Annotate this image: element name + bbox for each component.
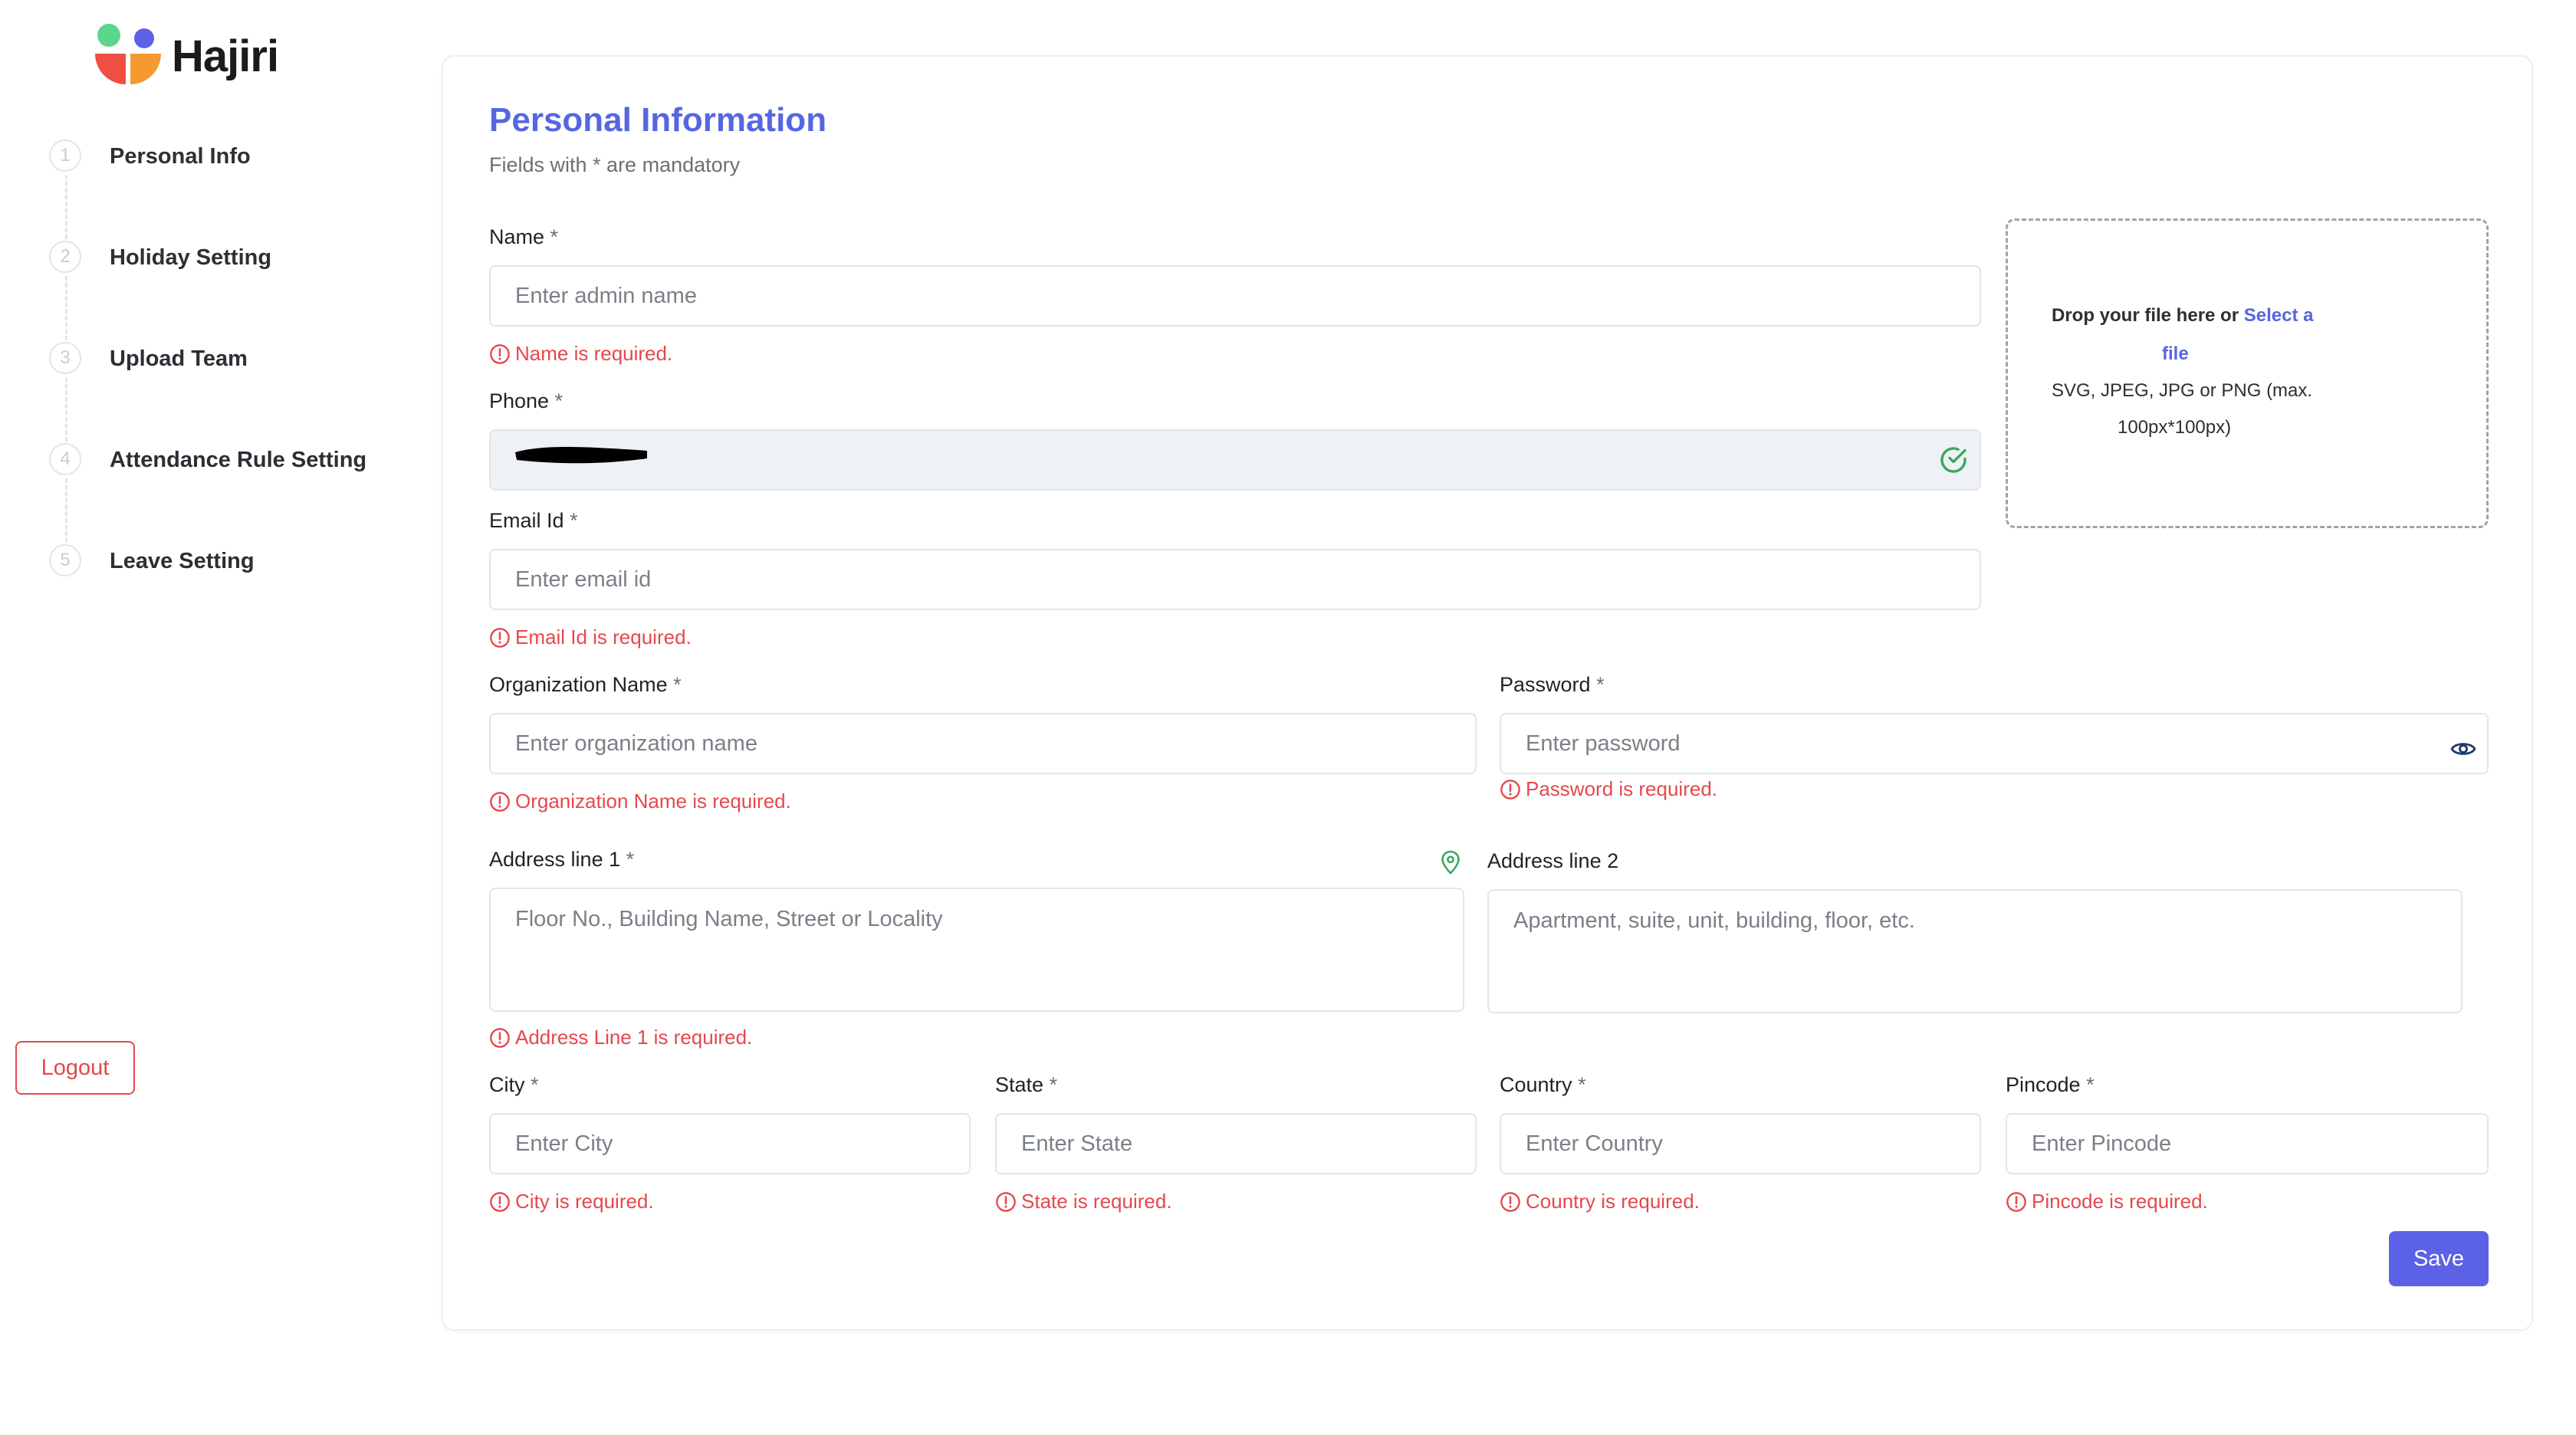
name-label: Name * [489, 225, 559, 248]
upload-formats: SVG, JPEG, JPG or PNG (max. [2052, 380, 2313, 401]
location-pin-icon[interactable] [1440, 849, 1461, 875]
email-input[interactable] [489, 549, 1981, 610]
upload-prompt: Drop your file here or Select a [2052, 305, 2314, 326]
state-label: State * [995, 1073, 1058, 1096]
error-icon [490, 791, 510, 812]
step-number: 2 [49, 241, 81, 273]
name-input[interactable] [489, 265, 1981, 327]
city-error: City is required. [489, 1190, 654, 1213]
step-number: 1 [49, 140, 81, 172]
step-label: Attendance Rule Setting [110, 448, 367, 472]
country-error: Country is required. [1500, 1190, 1700, 1213]
step-connector [65, 276, 67, 340]
step-connector [65, 377, 67, 442]
name-error: Name is required. [489, 342, 672, 366]
redacted-phone-scribble [515, 447, 647, 464]
select-file-link[interactable]: Select a [2244, 305, 2314, 326]
page-subtitle: Fields with * are mandatory [489, 153, 741, 176]
password-input[interactable] [1500, 713, 2489, 774]
address1-textarea[interactable] [489, 888, 1464, 1012]
step-holiday-setting[interactable]: 2 Holiday Setting [46, 239, 414, 282]
phone-input[interactable] [489, 429, 1981, 491]
step-personal-info[interactable]: 1 Personal Info [46, 138, 414, 181]
step-label: Holiday Setting [110, 245, 272, 270]
error-icon [1500, 779, 1520, 800]
error-icon [996, 1191, 1016, 1212]
state-input[interactable] [995, 1113, 1477, 1174]
address2-textarea[interactable] [1487, 889, 2463, 1013]
address1-error: Address Line 1 is required. [489, 1026, 752, 1049]
address2-label: Address line 2 [1487, 849, 1619, 872]
password-error: Password is required. [1500, 777, 1717, 801]
select-file-link-continued[interactable]: file [2162, 343, 2189, 365]
city-label: City * [489, 1073, 539, 1096]
password-label: Password * [1500, 673, 1605, 696]
address1-label: Address line 1 * [489, 848, 635, 871]
brand-logo: Hajiri [92, 23, 307, 87]
step-number: 4 [49, 443, 81, 475]
step-upload-team[interactable]: 3 Upload Team [46, 340, 414, 383]
upload-size-limit: 100px*100px) [2118, 417, 2232, 438]
page-title: Personal Information [489, 101, 827, 139]
step-leave-setting[interactable]: 5 Leave Setting [46, 543, 414, 586]
step-label: Upload Team [110, 346, 248, 371]
pincode-error: Pincode is required. [2006, 1190, 2208, 1213]
phone-label: Phone * [489, 389, 564, 412]
organization-label: Organization Name * [489, 673, 682, 696]
step-number: 5 [49, 544, 81, 576]
step-connector [65, 478, 67, 543]
logout-button[interactable]: Logout [15, 1041, 135, 1095]
error-icon [1500, 1191, 1520, 1212]
step-label: Leave Setting [110, 549, 255, 573]
brand-name: Hajiri [172, 31, 279, 81]
step-number: 3 [49, 342, 81, 374]
verified-check-icon [1940, 447, 1967, 473]
save-button[interactable]: Save [2389, 1231, 2489, 1286]
hajiri-logo-icon [95, 24, 161, 84]
state-error: State is required. [995, 1190, 1172, 1213]
error-icon [490, 1191, 510, 1212]
pincode-input[interactable] [2006, 1113, 2489, 1174]
country-label: Country * [1500, 1073, 1586, 1096]
error-icon [490, 627, 510, 648]
step-label: Personal Info [110, 144, 251, 169]
step-connector [65, 175, 67, 239]
show-password-eye-icon[interactable] [2450, 736, 2476, 762]
city-input[interactable] [489, 1113, 971, 1174]
email-error: Email Id is required. [489, 626, 692, 649]
error-icon [2006, 1191, 2026, 1212]
error-icon [490, 1027, 510, 1048]
logo-upload-dropzone[interactable] [2006, 218, 2489, 528]
step-attendance-rule-setting[interactable]: 4 Attendance Rule Setting [46, 442, 414, 484]
email-label: Email Id * [489, 509, 578, 532]
error-icon [490, 343, 510, 364]
organization-error: Organization Name is required. [489, 790, 791, 813]
organization-input[interactable] [489, 713, 1477, 774]
country-input[interactable] [1500, 1113, 1981, 1174]
pincode-label: Pincode * [2006, 1073, 2095, 1096]
